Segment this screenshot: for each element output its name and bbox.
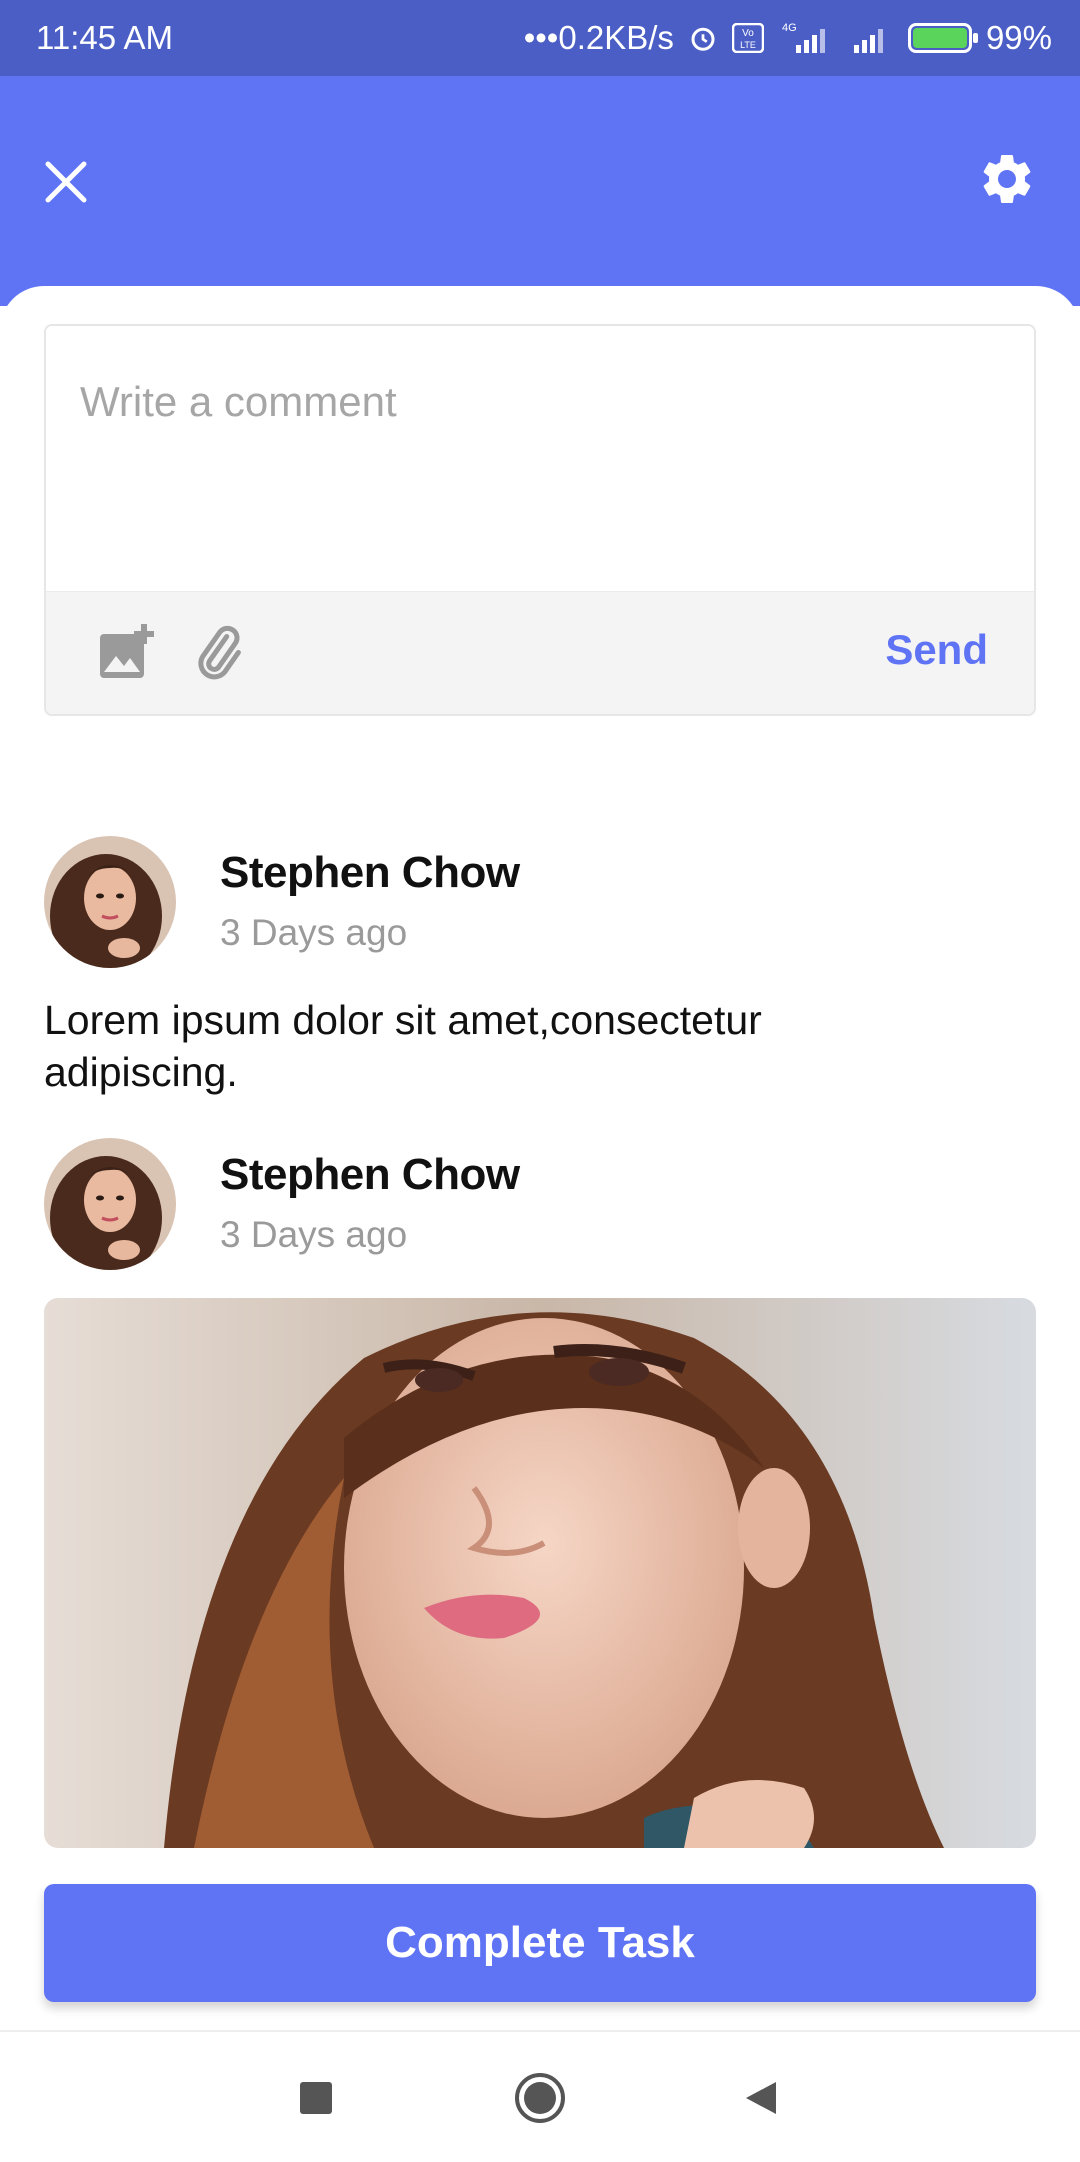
comment-author: Stephen Chow	[220, 1150, 520, 1199]
signal-icon-4g: 4G	[778, 21, 836, 55]
battery-percent: 99%	[985, 19, 1052, 56]
comment-text: Lorem ipsum dolor sit amet,consectetur a…	[44, 997, 762, 1095]
complete-task-button[interactable]: Complete Task	[44, 1884, 1036, 2002]
svg-text:Vo: Vo	[742, 28, 754, 39]
volte-icon: Vo LTE	[731, 23, 764, 53]
signal-icon	[850, 21, 894, 55]
svg-text:LTE: LTE	[740, 40, 756, 50]
comment-time: 3 Days ago	[220, 912, 408, 953]
send-button[interactable]: Send	[885, 626, 988, 674]
back-button[interactable]	[732, 2068, 792, 2128]
composer-toolbar: Send	[46, 591, 1034, 714]
comment-time: 3 Days ago	[220, 1214, 408, 1255]
content-card: Send Stephen Chow 3 Days ago Lorem ipsum…	[0, 286, 1080, 2030]
attach-file-button[interactable]	[188, 622, 248, 682]
comment-item: Stephen Chow 3 Days ago Lorem ipsum dolo…	[44, 836, 1036, 1106]
battery-icon	[907, 23, 978, 53]
system-nav-bar	[0, 2030, 1080, 2162]
status-time: 11:45 AM	[36, 19, 173, 56]
svg-text:4G: 4G	[782, 22, 797, 34]
header-bar	[0, 76, 1080, 306]
comment-photo[interactable]	[44, 1298, 1036, 1848]
avatar[interactable]	[44, 836, 176, 968]
close-icon	[45, 161, 87, 203]
avatar[interactable]	[44, 1138, 176, 1270]
recents-icon	[300, 2082, 332, 2114]
home-button[interactable]	[510, 2068, 570, 2128]
add-image-button[interactable]	[96, 622, 156, 682]
comment-item: Stephen Chow 3 Days ago	[44, 1138, 1036, 1858]
attachment-icon	[198, 625, 241, 680]
add-photo-icon	[100, 624, 154, 678]
comment-input[interactable]	[46, 326, 1034, 594]
gear-icon	[983, 155, 1031, 203]
network-speed: •••0.2KB/s	[523, 19, 674, 56]
comment-composer: Send	[44, 324, 1036, 716]
back-icon	[746, 2082, 776, 2114]
recents-button[interactable]	[286, 2068, 346, 2128]
close-button[interactable]	[36, 152, 96, 212]
status-icons: •••0.2KB/s Vo LTE 4G 99%	[524, 19, 1052, 57]
home-icon	[515, 2073, 565, 2123]
status-bar: 11:45 AM •••0.2KB/s Vo LTE 4G 99%	[0, 0, 1080, 76]
alarm-icon	[688, 23, 718, 53]
settings-button[interactable]	[972, 144, 1042, 214]
comment-author: Stephen Chow	[220, 848, 520, 897]
